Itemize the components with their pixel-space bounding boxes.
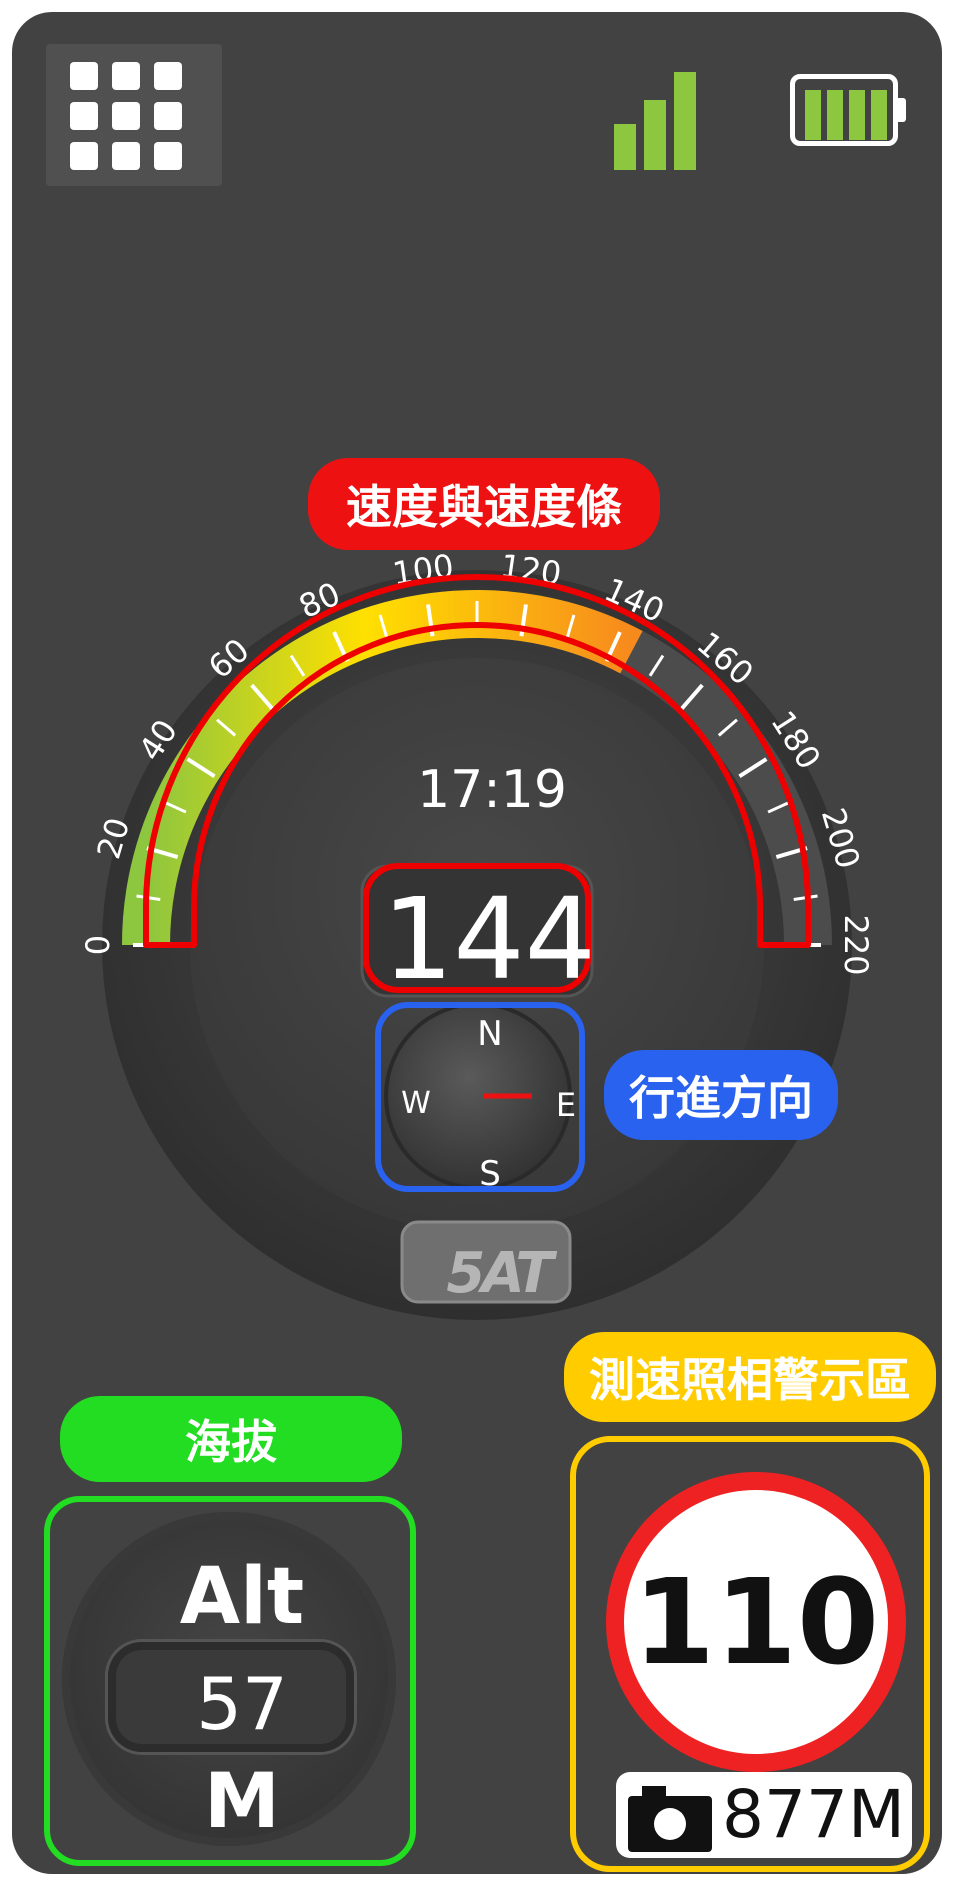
speed-value: 144 xyxy=(382,875,596,1005)
speedometer-gauge: 020406080100 120140160180200220 xyxy=(79,547,875,1320)
logo-text: 5AT xyxy=(446,1241,553,1306)
compass-west: W xyxy=(401,1086,431,1121)
compass-east: E xyxy=(555,1086,577,1124)
device-screen: 速度與速度條 0 20 40 60 80 100 120 140 160 180… xyxy=(12,12,942,1874)
speed-tick-label: 220 xyxy=(837,914,875,975)
speed-limit-value: 110 xyxy=(632,1553,880,1691)
heading-label: 行進方向 xyxy=(604,1050,838,1140)
compass-north: N xyxy=(477,1014,503,1054)
speed-tick-label: 0 xyxy=(79,935,117,955)
altitude-title: Alt xyxy=(179,1552,305,1642)
speed-camera-label: 測速照相警示區 xyxy=(564,1332,936,1422)
camera-distance: 877M xyxy=(722,1776,905,1853)
compass-south: S xyxy=(479,1154,501,1194)
clock-display: 17:19 xyxy=(417,760,567,820)
camera-icon xyxy=(628,1786,712,1852)
camera-distance-box: 877M xyxy=(616,1772,912,1858)
altitude-label: 海拔 xyxy=(60,1396,402,1482)
altitude-unit: M xyxy=(204,1756,280,1845)
altitude-value: 57 xyxy=(196,1662,288,1746)
